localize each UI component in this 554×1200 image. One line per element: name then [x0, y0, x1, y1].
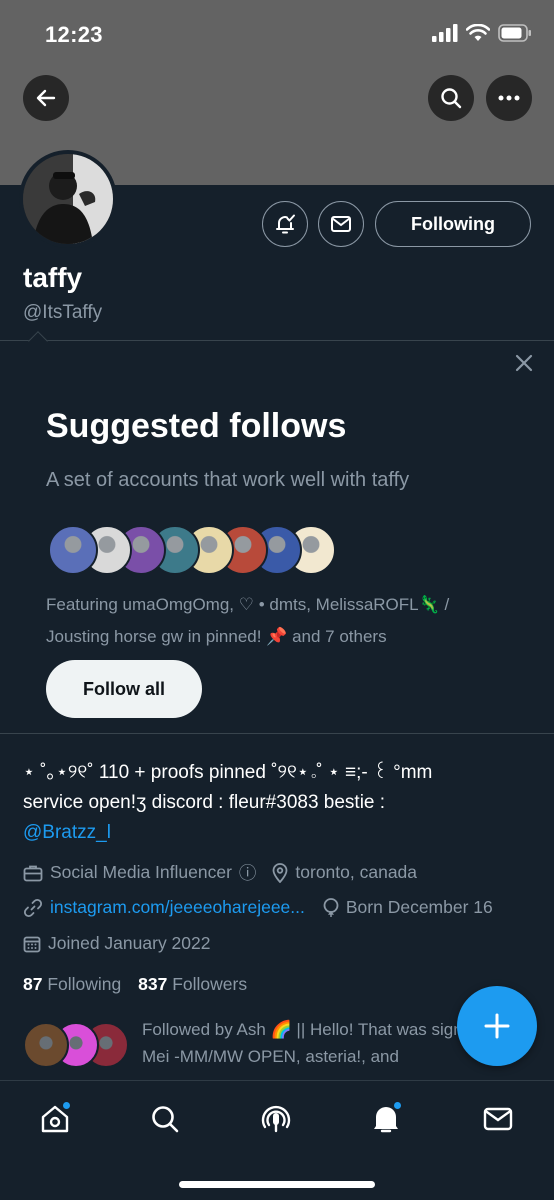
- calendar-icon: [23, 936, 41, 952]
- notifications-subscribed-button[interactable]: [262, 201, 308, 247]
- bio-mention-link[interactable]: @Bratzz_l: [23, 822, 111, 843]
- tab-notifications[interactable]: [366, 1099, 406, 1139]
- followers-count-label: Followers: [172, 974, 248, 994]
- followed-by-avatar: [23, 1022, 69, 1068]
- info-icon[interactable]: ⓘ: [239, 860, 257, 885]
- follow-all-button[interactable]: Follow all: [46, 660, 202, 718]
- birthday-label: Born December 16: [345, 897, 493, 917]
- location-pin-icon: [273, 862, 288, 883]
- message-button[interactable]: [318, 201, 364, 247]
- meta-row-1: Social Media Influencer ⓘ toronto, canad…: [23, 860, 417, 885]
- bio-line-2: service open!ʒ discord : fleur#3083 best…: [23, 792, 386, 813]
- joined-item: Joined January 2022: [23, 933, 210, 954]
- envelope-icon: [483, 1107, 513, 1131]
- close-icon: [515, 354, 533, 372]
- profile-handle: @ItsTaffy: [23, 302, 103, 323]
- wifi-icon: [466, 24, 490, 41]
- search-button[interactable]: [428, 75, 474, 121]
- envelope-icon: [331, 216, 351, 232]
- search-icon: [441, 88, 462, 109]
- tab-messages[interactable]: [478, 1099, 518, 1139]
- tab-spaces[interactable]: [256, 1099, 296, 1139]
- category-item: Social Media Influencer ⓘ: [23, 860, 256, 885]
- signal-icon: [432, 24, 458, 42]
- following-count: 87: [23, 974, 43, 994]
- briefcase-icon: [23, 865, 43, 881]
- suggested-title: Suggested follows: [46, 407, 347, 445]
- tab-search[interactable]: [145, 1099, 185, 1139]
- notifications-dot: [393, 1101, 402, 1110]
- suggested-avatar-stack[interactable]: [48, 525, 348, 577]
- featuring-line-1: Featuring umaOmgOmg, ♡ • dmts, MelissaRO…: [46, 595, 450, 614]
- profile-bio: ⋆ ˚｡⋆୨୧˚ 110 + proofs pinned ˚୨୧⋆｡˚ ⋆ ≡;…: [23, 758, 533, 848]
- spaces-microphone-icon: [261, 1105, 291, 1133]
- more-options-button[interactable]: [486, 75, 532, 121]
- tab-home[interactable]: [35, 1099, 75, 1139]
- home-notification-dot: [62, 1101, 71, 1110]
- status-icons: [432, 24, 532, 42]
- following-count-link[interactable]: 87 Following: [23, 974, 121, 994]
- featuring-line-2: Jousting horse gw in pinned! 📌 and 7 oth…: [46, 627, 387, 646]
- more-dots-icon: [498, 95, 520, 101]
- compose-tweet-button[interactable]: [457, 986, 537, 1066]
- followed-by-avatars[interactable]: [23, 1022, 133, 1070]
- status-time: 12:23: [45, 22, 103, 47]
- website-item[interactable]: instagram.com/jeeeeoharejeee...: [23, 897, 305, 918]
- category-label: Social Media Influencer: [50, 862, 232, 882]
- dismiss-suggested-button[interactable]: [512, 351, 536, 375]
- display-name: taffy: [23, 262, 83, 293]
- following-button[interactable]: Following: [375, 201, 531, 247]
- followers-count-link[interactable]: 837 Followers: [138, 974, 247, 994]
- arrow-left-icon: [36, 89, 56, 107]
- status-bar: 12:23: [0, 0, 554, 64]
- panel-pointer: [28, 331, 48, 351]
- following-count-label: Following: [47, 974, 122, 994]
- meta-row-3: Joined January 2022: [23, 933, 210, 954]
- search-icon: [152, 1106, 179, 1133]
- battery-icon: [498, 24, 531, 42]
- location-label: toronto, canada: [295, 862, 418, 882]
- suggested-follows-panel: Suggested follows A set of accounts that…: [0, 331, 554, 734]
- birthday-item: Born December 16: [323, 897, 493, 918]
- back-button[interactable]: [23, 75, 69, 121]
- bell-check-icon: [276, 214, 295, 234]
- link-icon: [23, 898, 43, 917]
- meta-row-2: instagram.com/jeeeeoharejeee... Born Dec…: [23, 897, 493, 918]
- profile-avatar[interactable]: [19, 150, 117, 248]
- followed-by-text[interactable]: Followed by Ash 🌈 || Hello! That was sig…: [142, 1016, 482, 1072]
- bio-line-1: ⋆ ˚｡⋆୨୧˚ 110 + proofs pinned ˚୨୧⋆｡˚ ⋆ ≡;…: [23, 762, 433, 783]
- location-item: toronto, canada: [272, 862, 417, 883]
- avatar-photo: [23, 154, 113, 244]
- suggested-avatar: [48, 525, 98, 575]
- joined-label: Joined January 2022: [48, 933, 211, 953]
- website-link[interactable]: instagram.com/jeeeeoharejeee...: [50, 897, 305, 918]
- followers-count: 837: [138, 974, 168, 994]
- plus-icon: [484, 1013, 510, 1039]
- home-indicator: [179, 1181, 375, 1188]
- balloon-icon: [323, 897, 339, 917]
- suggested-subtitle: A set of accounts that work well with ta…: [46, 469, 410, 491]
- follow-counts: 87 Following 837 Followers: [23, 974, 247, 995]
- suggested-featuring-text: Featuring umaOmgOmg, ♡ • dmts, MelissaRO…: [46, 589, 516, 653]
